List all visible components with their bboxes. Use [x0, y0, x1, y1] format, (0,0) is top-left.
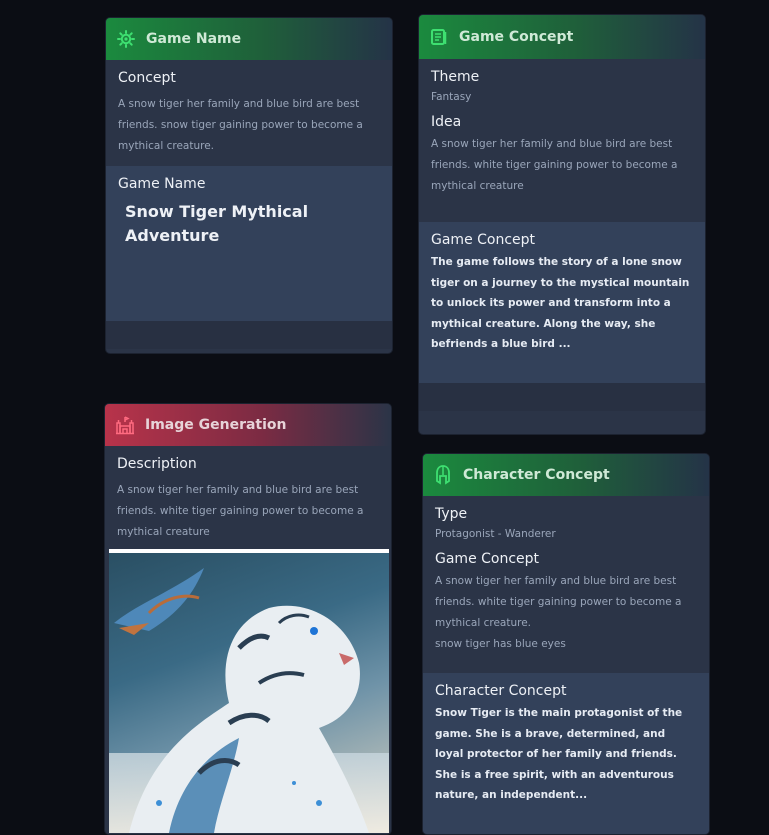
theme-value: Fantasy	[431, 91, 472, 103]
game-concept-note: snow tiger has blue eyes	[435, 638, 566, 650]
character-concept-label: Character Concept	[435, 683, 567, 699]
character-concept-output-section: Character Concept Snow Tiger is the main…	[423, 673, 709, 834]
game-name-value: Snow Tiger Mythical Adventure	[125, 202, 309, 245]
game-concept-text: A snow tiger her family and blue bird ar…	[435, 575, 682, 629]
theme-label: Theme	[431, 69, 480, 85]
image-generation-card-header[interactable]: Image Generation	[105, 404, 391, 446]
book-icon	[429, 27, 449, 47]
tiger-illustration	[109, 568, 389, 833]
type-value: Protagonist - Wanderer	[435, 528, 556, 540]
game-name-card[interactable]: Game Name Concept A snow tiger her famil…	[105, 17, 393, 354]
concept-label: Concept	[118, 70, 176, 86]
game-concept-label: Game Concept	[431, 232, 536, 248]
character-concept-card-header[interactable]: Character Concept	[423, 454, 709, 496]
generated-image[interactable]	[109, 549, 389, 833]
spartan-helmet-icon	[433, 465, 453, 485]
game-name-label: Game Name	[118, 176, 206, 192]
gear-sun-icon	[116, 29, 136, 49]
castle-icon	[115, 415, 135, 435]
character-concept-card[interactable]: Character Concept Type Protagonist - Wan…	[422, 453, 710, 835]
description-section: Description A snow tiger her family and …	[105, 446, 391, 552]
card-title: Character Concept	[463, 467, 610, 483]
card-title: Game Concept	[459, 29, 574, 45]
concept-text: A snow tiger her family and blue bird ar…	[118, 98, 363, 152]
idea-text: A snow tiger her family and blue bird ar…	[431, 138, 678, 192]
game-concept-input-section: Game Concept A snow tiger her family and…	[423, 541, 709, 673]
idea-section: Idea A snow tiger her family and blue bi…	[419, 104, 705, 222]
card-title: Image Generation	[145, 417, 287, 433]
description-text: A snow tiger her family and blue bird ar…	[117, 484, 364, 538]
description-label: Description	[117, 456, 197, 472]
game-concept-card-header[interactable]: Game Concept	[419, 15, 705, 59]
type-label: Type	[435, 506, 468, 522]
theme-section: Theme Fantasy	[419, 59, 705, 104]
game-concept-label: Game Concept	[435, 551, 540, 567]
image-generation-card[interactable]: Image Generation Description A snow tige…	[104, 403, 392, 835]
character-concept-text: Snow Tiger is the main protagonist of th…	[435, 707, 683, 801]
type-section: Type Protagonist - Wanderer	[423, 496, 709, 541]
idea-label: Idea	[431, 114, 462, 130]
card-footer	[419, 383, 705, 411]
game-name-output-section: Game Name Snow Tiger Mythical Adventure	[106, 166, 392, 321]
game-concept-output-section: Game Concept The game follows the story …	[419, 222, 705, 383]
game-name-card-header[interactable]: Game Name	[106, 18, 392, 60]
game-concept-card[interactable]: Game Concept Theme Fantasy Idea A snow t…	[418, 14, 706, 435]
card-title: Game Name	[146, 31, 242, 47]
card-footer	[106, 321, 392, 349]
game-concept-text: The game follows the story of a lone sno…	[431, 256, 690, 350]
concept-input-section: Concept A snow tiger her family and blue…	[106, 60, 392, 166]
